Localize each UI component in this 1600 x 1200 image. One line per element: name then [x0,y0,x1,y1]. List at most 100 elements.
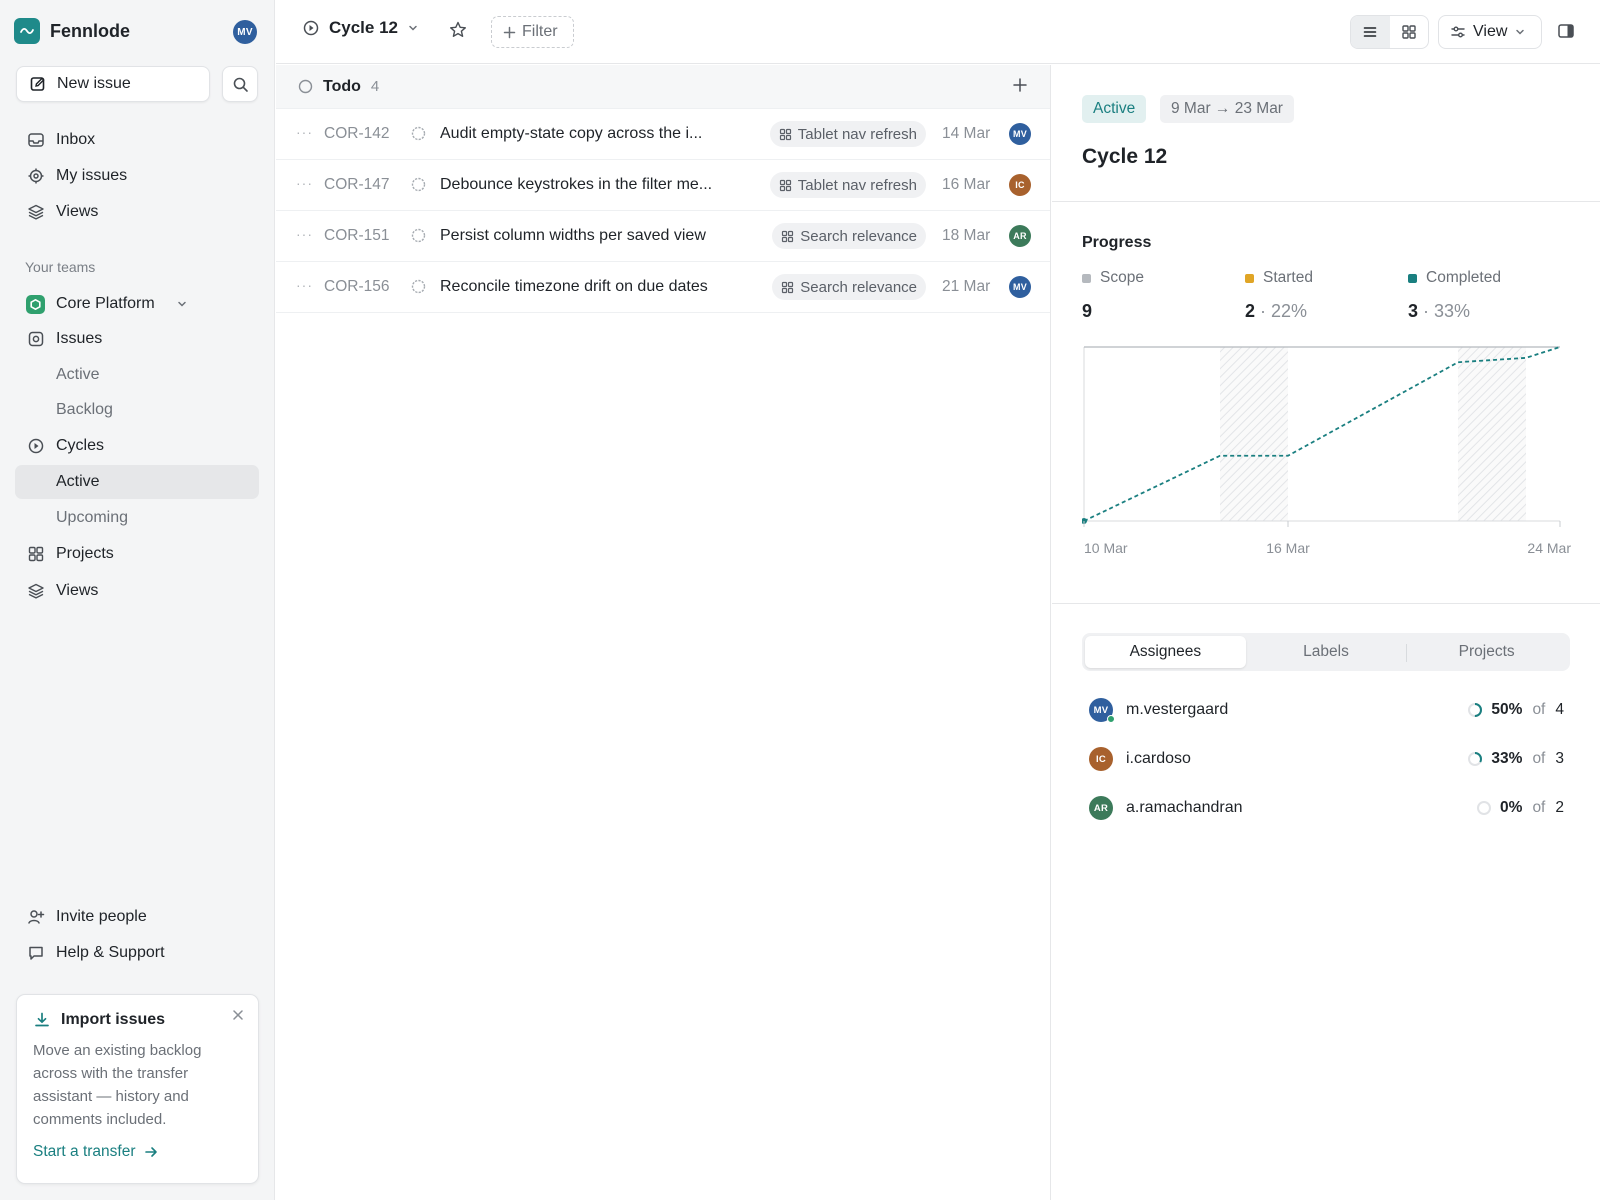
completed-swatch [1408,273,1417,283]
top-bar: Cycle 12 Filter View [276,0,1600,64]
stat-label: Scope [1100,269,1144,286]
due-date: 18 Mar [942,227,991,244]
sidebar-item-help[interactable]: Help & Support [15,936,259,970]
star-icon[interactable] [448,20,468,40]
todo-status-icon [298,79,313,94]
more-icon[interactable]: ··· [296,226,313,242]
sidebar: Fennlode MV New issue Inbox My issues Vi… [0,0,275,1200]
list-layout-button[interactable] [1351,16,1390,48]
project-label[interactable]: Search relevance [772,223,926,249]
assignee-avatar: AR [1089,796,1113,820]
projects-icon [779,179,792,192]
close-icon[interactable] [232,1009,244,1021]
projects-icon [26,545,45,564]
assignee-avatar: MV [1089,698,1115,723]
sidebar-item-cycles-active[interactable]: Active [15,465,259,499]
sidebar-item-inbox[interactable]: Inbox [15,123,259,157]
issue-row[interactable]: ··· COR-142 Audit empty-state copy acros… [276,109,1050,160]
stat-completed: Completed 3 · 33% [1408,269,1501,322]
issue-id: COR-147 [324,176,390,193]
more-icon[interactable]: ··· [296,277,313,293]
project-label-text: Tablet nav refresh [797,125,917,143]
sidebar-item-team-views[interactable]: Views [15,574,259,608]
issue-row[interactable]: ··· COR-151 Persist column widths per sa… [276,211,1050,262]
plus-icon [503,26,516,39]
user-avatar[interactable]: MV [233,20,257,44]
sidebar-item-label: Active [56,366,100,383]
sidebar-item-projects[interactable]: Projects [15,537,259,571]
filter-button[interactable]: Filter [491,16,574,48]
team-core-platform[interactable]: Core Platform [15,287,259,321]
tab-projects[interactable]: Projects [1406,636,1567,668]
cycle-switcher[interactable]: Cycle 12 [302,18,419,38]
start-transfer-link[interactable]: Start a transfer [33,1143,242,1161]
sidebar-item-issues-backlog[interactable]: Backlog [15,393,259,427]
assignee-avatar[interactable]: AR [1009,225,1031,247]
more-icon[interactable]: ··· [296,124,313,140]
arrow-right-icon [144,1145,158,1159]
project-label[interactable]: Search relevance [772,274,926,300]
breakdown-tabs: Assignees Labels Projects [1082,633,1570,671]
sidebar-item-issues[interactable]: Issues [15,322,259,356]
group-count: 4 [370,78,380,95]
assignee-total: 4 [1555,701,1564,718]
sidebar-item-cycles-upcoming[interactable]: Upcoming [15,501,259,535]
stat-label: Started [1263,269,1313,286]
todo-status-icon[interactable] [411,177,426,192]
new-issue-button[interactable]: New issue [16,66,210,102]
sidebar-item-invite[interactable]: Invite people [15,900,259,934]
sidebar-item-label: Backlog [56,401,113,418]
tab-label: Projects [1458,643,1515,660]
view-options-button[interactable]: View [1438,15,1542,49]
project-label-text: Search relevance [800,278,917,296]
plus-icon[interactable] [1012,77,1028,93]
cycle-name: Cycle 12 [329,18,398,37]
stat-value: 2 [1245,301,1256,321]
stat-started: Started 2 · 22% [1245,269,1313,322]
toggle-panel-icon[interactable] [1557,22,1575,40]
workspace-switcher[interactable]: Fennlode [14,18,130,44]
more-icon[interactable]: ··· [296,175,313,191]
team-name: Core Platform [56,295,155,312]
assignee-name: m.vestergaard [1126,701,1229,718]
issue-row[interactable]: ··· COR-156 Reconcile timezone drift on … [276,262,1050,313]
online-indicator [1107,715,1115,723]
sidebar-item-label: Inbox [56,131,96,148]
assignee-row[interactable]: AR a.ramachandran 0% of 2 [1089,793,1564,823]
cycle-title: Cycle 12 [1082,145,1168,168]
tab-labels[interactable]: Labels [1246,636,1407,668]
stat-percent: · 33% [1423,301,1471,321]
assignee-percent: 50% [1491,701,1523,718]
assignee-avatar[interactable]: MV [1009,123,1031,145]
assignee-name: i.cardoso [1126,750,1191,767]
sidebar-item-label: Upcoming [56,509,129,526]
sidebar-item-my-issues[interactable]: My issues [15,159,259,193]
todo-status-icon[interactable] [411,228,426,243]
search-button[interactable] [222,66,258,102]
sidebar-item-cycles[interactable]: Cycles [15,429,259,463]
issue-id: COR-142 [324,125,390,142]
issue-row[interactable]: ··· COR-147 Debounce keystrokes in the f… [276,160,1050,211]
x-tick-label: 10 Mar [1084,540,1128,556]
invite-icon [26,908,45,927]
promo-body: Move an existing backlog across with the… [33,1042,202,1128]
due-date: 14 Mar [942,125,991,142]
todo-status-icon[interactable] [411,126,426,141]
sidebar-item-issues-active[interactable]: Active [15,358,259,392]
group-header-todo[interactable]: Todo 4 [276,65,1050,109]
assignee-row[interactable]: IC i.cardoso 33% of 3 [1089,744,1564,774]
assignee-avatar[interactable]: IC [1009,174,1031,196]
assignee-avatar[interactable]: MV [1009,276,1031,298]
project-label[interactable]: Tablet nav refresh [769,121,926,147]
project-label[interactable]: Tablet nav refresh [769,172,926,198]
assignee-row[interactable]: MV m.vestergaard 50% of 4 [1089,695,1564,725]
projects-icon [781,281,794,294]
sidebar-item-views[interactable]: Views [15,195,259,229]
assignee-total: 2 [1555,799,1564,816]
board-layout-button[interactable] [1390,16,1429,48]
cycle-icon [302,19,320,37]
stat-label: Completed [1426,269,1501,286]
tab-assignees[interactable]: Assignees [1085,636,1246,668]
status-badge: Active [1082,95,1147,123]
todo-status-icon[interactable] [411,279,426,294]
